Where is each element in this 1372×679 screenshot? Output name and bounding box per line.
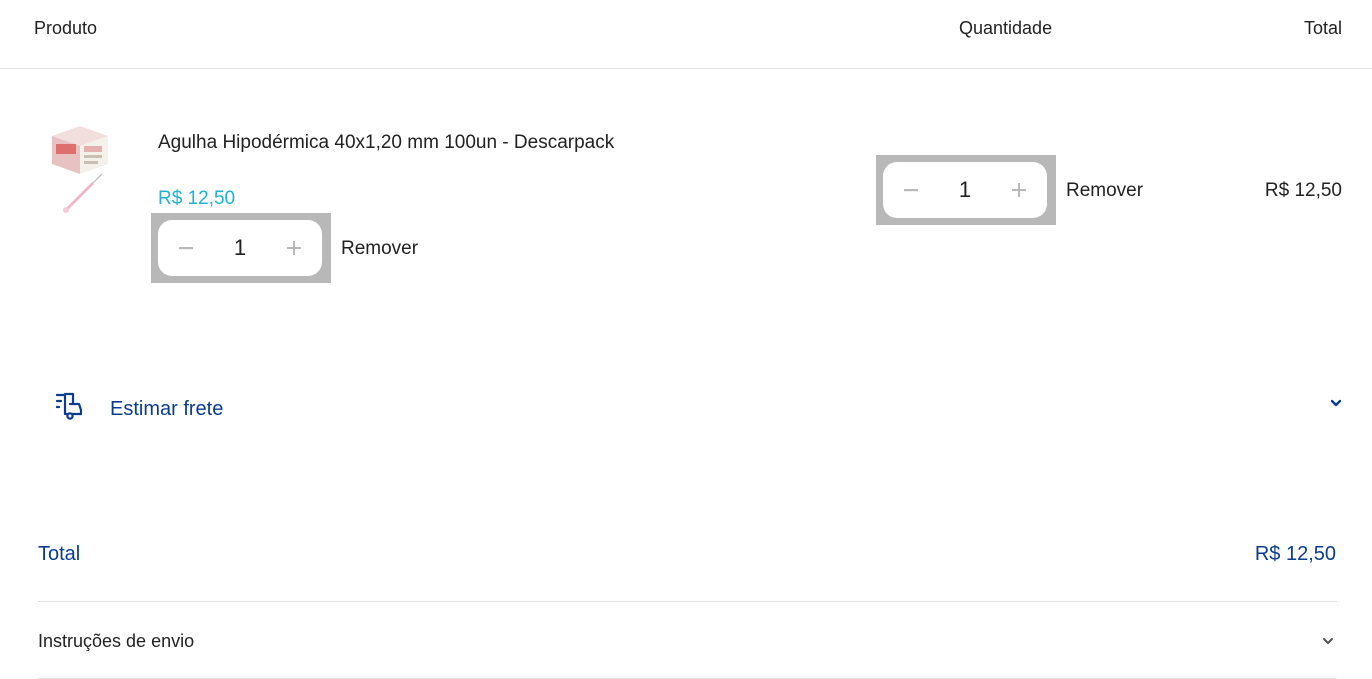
stepper-field: 1 xyxy=(883,162,1047,218)
quantity-stepper: 1 xyxy=(876,155,1056,225)
quantity-input[interactable]: 1 xyxy=(933,162,997,218)
plus-icon[interactable] xyxy=(274,220,314,276)
total-label: Total xyxy=(38,543,81,565)
truck-icon xyxy=(55,392,83,420)
minus-icon[interactable] xyxy=(166,220,206,276)
estimate-shipping-link[interactable]: Estimar frete xyxy=(110,398,223,421)
line-total: R$ 12,50 xyxy=(1264,180,1342,201)
minus-icon[interactable] xyxy=(891,162,931,218)
product-image[interactable] xyxy=(46,122,112,218)
quantity-input[interactable]: 1 xyxy=(208,220,272,276)
total-value: R$ 12,50 xyxy=(1254,543,1336,565)
chevron-down-icon[interactable] xyxy=(1320,633,1336,649)
shipping-instructions-toggle[interactable]: Instruções de envio xyxy=(38,631,194,652)
stepper-field: 1 xyxy=(158,220,322,276)
product-unit-price: R$ 12,50 xyxy=(158,188,236,209)
chevron-down-icon[interactable] xyxy=(1328,395,1344,411)
product-name[interactable]: Agulha Hipodérmica 40x1,20 mm 100un - De… xyxy=(158,132,614,154)
header-quantity: Quantidade xyxy=(959,18,1053,38)
remove-button-inline[interactable]: Remover xyxy=(341,238,418,260)
quantity-stepper-inline: 1 xyxy=(151,213,331,283)
plus-icon[interactable] xyxy=(999,162,1039,218)
remove-button[interactable]: Remover xyxy=(1066,180,1143,202)
summary-divider xyxy=(38,601,1337,602)
header-product: Produto xyxy=(34,18,98,38)
header-total: Total xyxy=(1303,18,1342,38)
header-divider xyxy=(0,68,1372,69)
